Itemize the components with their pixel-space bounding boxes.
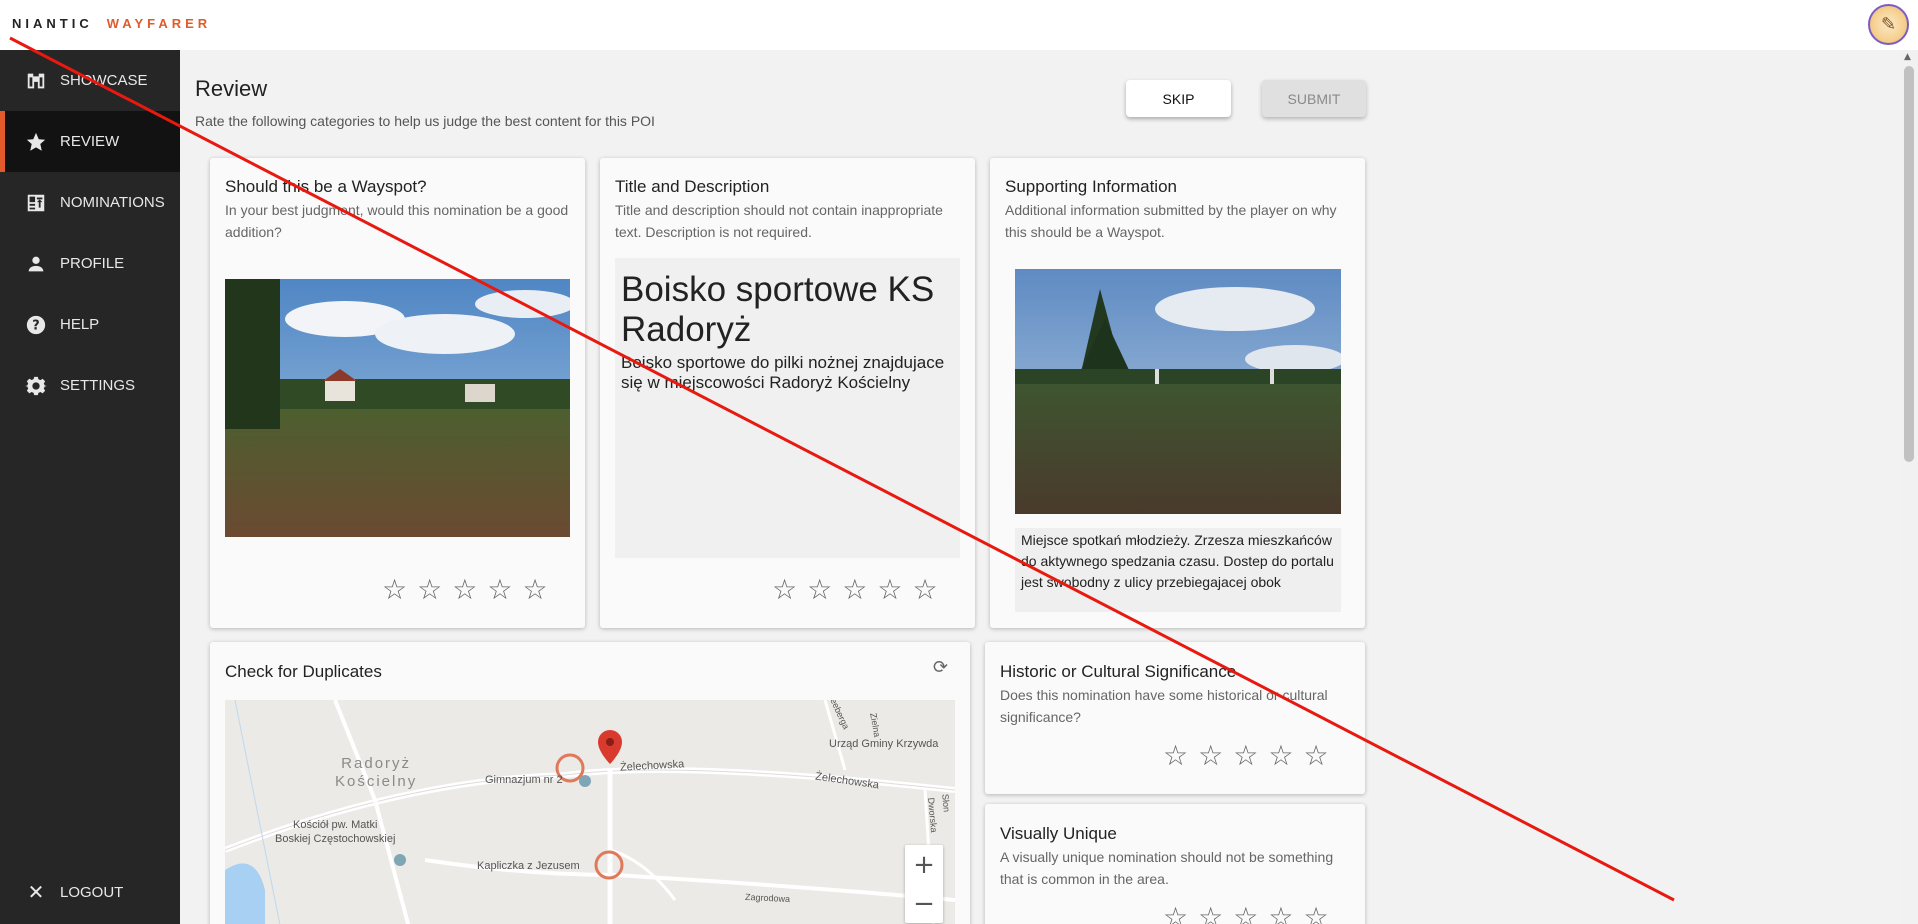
- card-description: In your best judgment, would this nomina…: [225, 202, 569, 240]
- nominations-icon: [24, 191, 48, 215]
- star-icon[interactable]: ☆: [452, 576, 477, 604]
- card-title: Supporting Information: [1005, 177, 1177, 196]
- supporting-text: Miejsce spotkań młodzieży. Zrzesza miesz…: [1015, 528, 1341, 612]
- star-icon[interactable]: ☆: [807, 576, 832, 604]
- gear-icon: [24, 374, 48, 398]
- sidebar-item-settings[interactable]: SETTINGS: [0, 355, 180, 416]
- star-icon[interactable]: ☆: [1233, 742, 1258, 770]
- close-icon: ✕: [27, 882, 45, 904]
- star-icon[interactable]: ☆: [842, 576, 867, 604]
- map-label-urzad: Urząd Gminy Krzywda: [829, 738, 939, 750]
- star-icon[interactable]: ☆: [772, 576, 797, 604]
- star-icon[interactable]: ☆: [877, 576, 902, 604]
- sidebar-item-label: PROFILE: [60, 255, 125, 272]
- page-subtitle: Rate the following categories to help us…: [195, 113, 655, 129]
- poi-description: Boisko sportowe do pilki nożnej znajduja…: [621, 353, 945, 392]
- logout-button[interactable]: ✕ LOGOUT: [0, 862, 180, 923]
- binoculars-icon: [24, 69, 48, 93]
- star-icon[interactable]: ☆: [1198, 904, 1223, 924]
- logout-label: LOGOUT: [60, 884, 124, 901]
- historic-card: Historic or Cultural Significance Does t…: [985, 642, 1365, 794]
- page-title: Review: [195, 76, 268, 101]
- map-label-gimnazjum: Gimnazjum nr 2: [485, 774, 563, 786]
- card-description: Title and description should not contain…: [615, 202, 943, 240]
- star-icon[interactable]: ☆: [1268, 742, 1293, 770]
- star-icon[interactable]: ☆: [1163, 904, 1188, 924]
- supporting-info-card: Supporting Information Additional inform…: [990, 158, 1365, 628]
- skip-button[interactable]: SKIP: [1126, 80, 1231, 117]
- map-label-kosciol: Kościół pw. Matki Boskiej Częstochowskie…: [275, 819, 396, 845]
- star-icon[interactable]: ☆: [487, 576, 512, 604]
- map-label-kapliczka: Kapliczka z Jezusem: [477, 860, 580, 872]
- map-label-town: Radoryż Kościelny: [335, 755, 418, 790]
- star-icon[interactable]: ☆: [1198, 742, 1223, 770]
- poi-title: Boisko sportowe KS Radoryż: [621, 270, 935, 349]
- person-icon: [24, 252, 48, 276]
- sidebar: SHOWCASE REVIEW NOMINATIONS PROFILE ? HE…: [0, 50, 180, 924]
- sidebar-item-review[interactable]: REVIEW: [0, 111, 180, 172]
- logo-wayfarer: WAYFARER: [106, 16, 212, 31]
- star-icon: [24, 130, 48, 154]
- star-icon[interactable]: ☆: [382, 576, 407, 604]
- rating-stars[interactable]: ☆ ☆ ☆ ☆ ☆: [1163, 742, 1329, 770]
- scrollbar-thumb[interactable]: [1904, 66, 1914, 462]
- supporting-photo[interactable]: [1015, 269, 1341, 514]
- map-label-sloneczna: Słon: [940, 793, 952, 813]
- zoom-in-button[interactable]: +: [905, 845, 943, 884]
- niantic-wayfarer-logo[interactable]: NIANTIC WAYFARER: [12, 16, 211, 31]
- card-title: Should this be a Wayspot?: [225, 177, 427, 196]
- avatar-icon: ✎: [1880, 14, 1897, 35]
- nomination-photo[interactable]: [225, 279, 570, 537]
- card-title: Title and Description: [615, 177, 770, 196]
- map-zoom-control: + −: [905, 845, 943, 923]
- star-icon[interactable]: ☆: [1268, 904, 1293, 924]
- sidebar-item-nominations[interactable]: NOMINATIONS: [0, 172, 180, 233]
- sidebar-item-label: REVIEW: [60, 133, 120, 150]
- duplicates-map[interactable]: Radoryż Kościelny Gimnazjum nr 2 Żelecho…: [225, 700, 955, 924]
- star-icon[interactable]: ☆: [1163, 742, 1188, 770]
- card-title: Historic or Cultural Significance: [1000, 662, 1237, 681]
- star-icon[interactable]: ☆: [912, 576, 937, 604]
- rating-stars[interactable]: ☆ ☆ ☆ ☆ ☆: [772, 576, 938, 604]
- rating-stars[interactable]: ☆ ☆ ☆ ☆ ☆: [382, 576, 548, 604]
- sidebar-item-profile[interactable]: PROFILE: [0, 233, 180, 294]
- zoom-out-button[interactable]: −: [905, 884, 943, 923]
- star-icon[interactable]: ☆: [417, 576, 442, 604]
- sidebar-item-label: NOMINATIONS: [60, 194, 165, 211]
- card-title: Visually Unique: [1000, 824, 1117, 843]
- sidebar-item-label: SETTINGS: [60, 377, 136, 394]
- avatar[interactable]: ✎: [1868, 4, 1909, 45]
- rating-stars[interactable]: ☆ ☆ ☆ ☆ ☆: [1163, 904, 1329, 924]
- card-title: Check for Duplicates: [225, 662, 382, 681]
- sidebar-item-label: HELP: [60, 316, 100, 333]
- wayspot-card: Should this be a Wayspot? In your best j…: [210, 158, 585, 628]
- sidebar-item-help[interactable]: ? HELP: [0, 294, 180, 355]
- top-bar: NIANTIC WAYFARER ✎: [0, 0, 1918, 50]
- star-icon[interactable]: ☆: [1303, 904, 1328, 924]
- submit-button[interactable]: SUBMIT: [1262, 80, 1366, 117]
- card-description: A visually unique nomination should not …: [1000, 849, 1334, 887]
- star-icon[interactable]: ☆: [1303, 742, 1328, 770]
- sidebar-item-showcase[interactable]: SHOWCASE: [0, 50, 180, 111]
- svg-text:?: ?: [32, 318, 39, 333]
- refresh-icon[interactable]: ⟳: [933, 657, 948, 678]
- card-description: Does this nomination have some historica…: [1000, 687, 1328, 725]
- card-description: Additional information submitted by the …: [1005, 202, 1337, 240]
- logo-niantic: NIANTIC: [12, 16, 93, 31]
- scroll-up-arrow[interactable]: ▲: [1904, 52, 1911, 62]
- sidebar-item-label: SHOWCASE: [60, 72, 148, 89]
- poi-text-box: Boisko sportowe KS Radoryż Boisko sporto…: [615, 258, 960, 558]
- star-icon[interactable]: ☆: [1233, 904, 1258, 924]
- duplicates-card: Check for Duplicates ⟳ Radoryż Kościelny…: [210, 642, 970, 924]
- help-icon: ?: [24, 313, 48, 337]
- visually-unique-card: Visually Unique A visually unique nomina…: [985, 804, 1365, 924]
- title-description-card: Title and Description Title and descript…: [600, 158, 975, 628]
- star-icon[interactable]: ☆: [522, 576, 547, 604]
